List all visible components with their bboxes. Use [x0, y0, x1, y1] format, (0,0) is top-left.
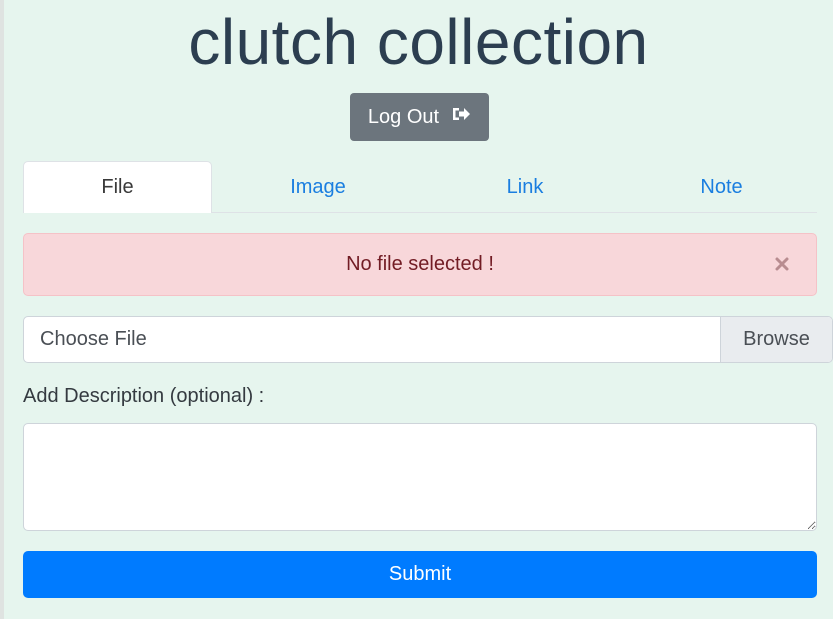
- page: clutch collection Log Out File Image Lin…: [0, 0, 833, 619]
- file-picker[interactable]: Choose File Browse: [23, 316, 833, 363]
- sign-out-icon: [451, 105, 471, 129]
- tab-image[interactable]: Image: [212, 161, 424, 213]
- page-title: clutch collection: [188, 6, 649, 78]
- tab-link[interactable]: Link: [424, 161, 626, 213]
- description-label: Add Description (optional) :: [23, 385, 265, 407]
- tab-file[interactable]: File: [23, 161, 212, 213]
- browse-button[interactable]: Browse: [720, 317, 832, 362]
- file-picker-placeholder: Choose File: [40, 328, 147, 350]
- tab-note[interactable]: Note: [626, 161, 817, 213]
- tab-bar: File Image Link Note: [23, 161, 817, 213]
- submit-button[interactable]: Submit: [23, 551, 817, 598]
- close-icon[interactable]: [770, 252, 794, 276]
- error-alert: No file selected !: [23, 233, 817, 296]
- log-out-button[interactable]: Log Out: [350, 93, 489, 141]
- alert-message: No file selected !: [346, 253, 494, 275]
- log-out-label: Log Out: [367, 105, 440, 128]
- description-textarea[interactable]: [23, 423, 817, 531]
